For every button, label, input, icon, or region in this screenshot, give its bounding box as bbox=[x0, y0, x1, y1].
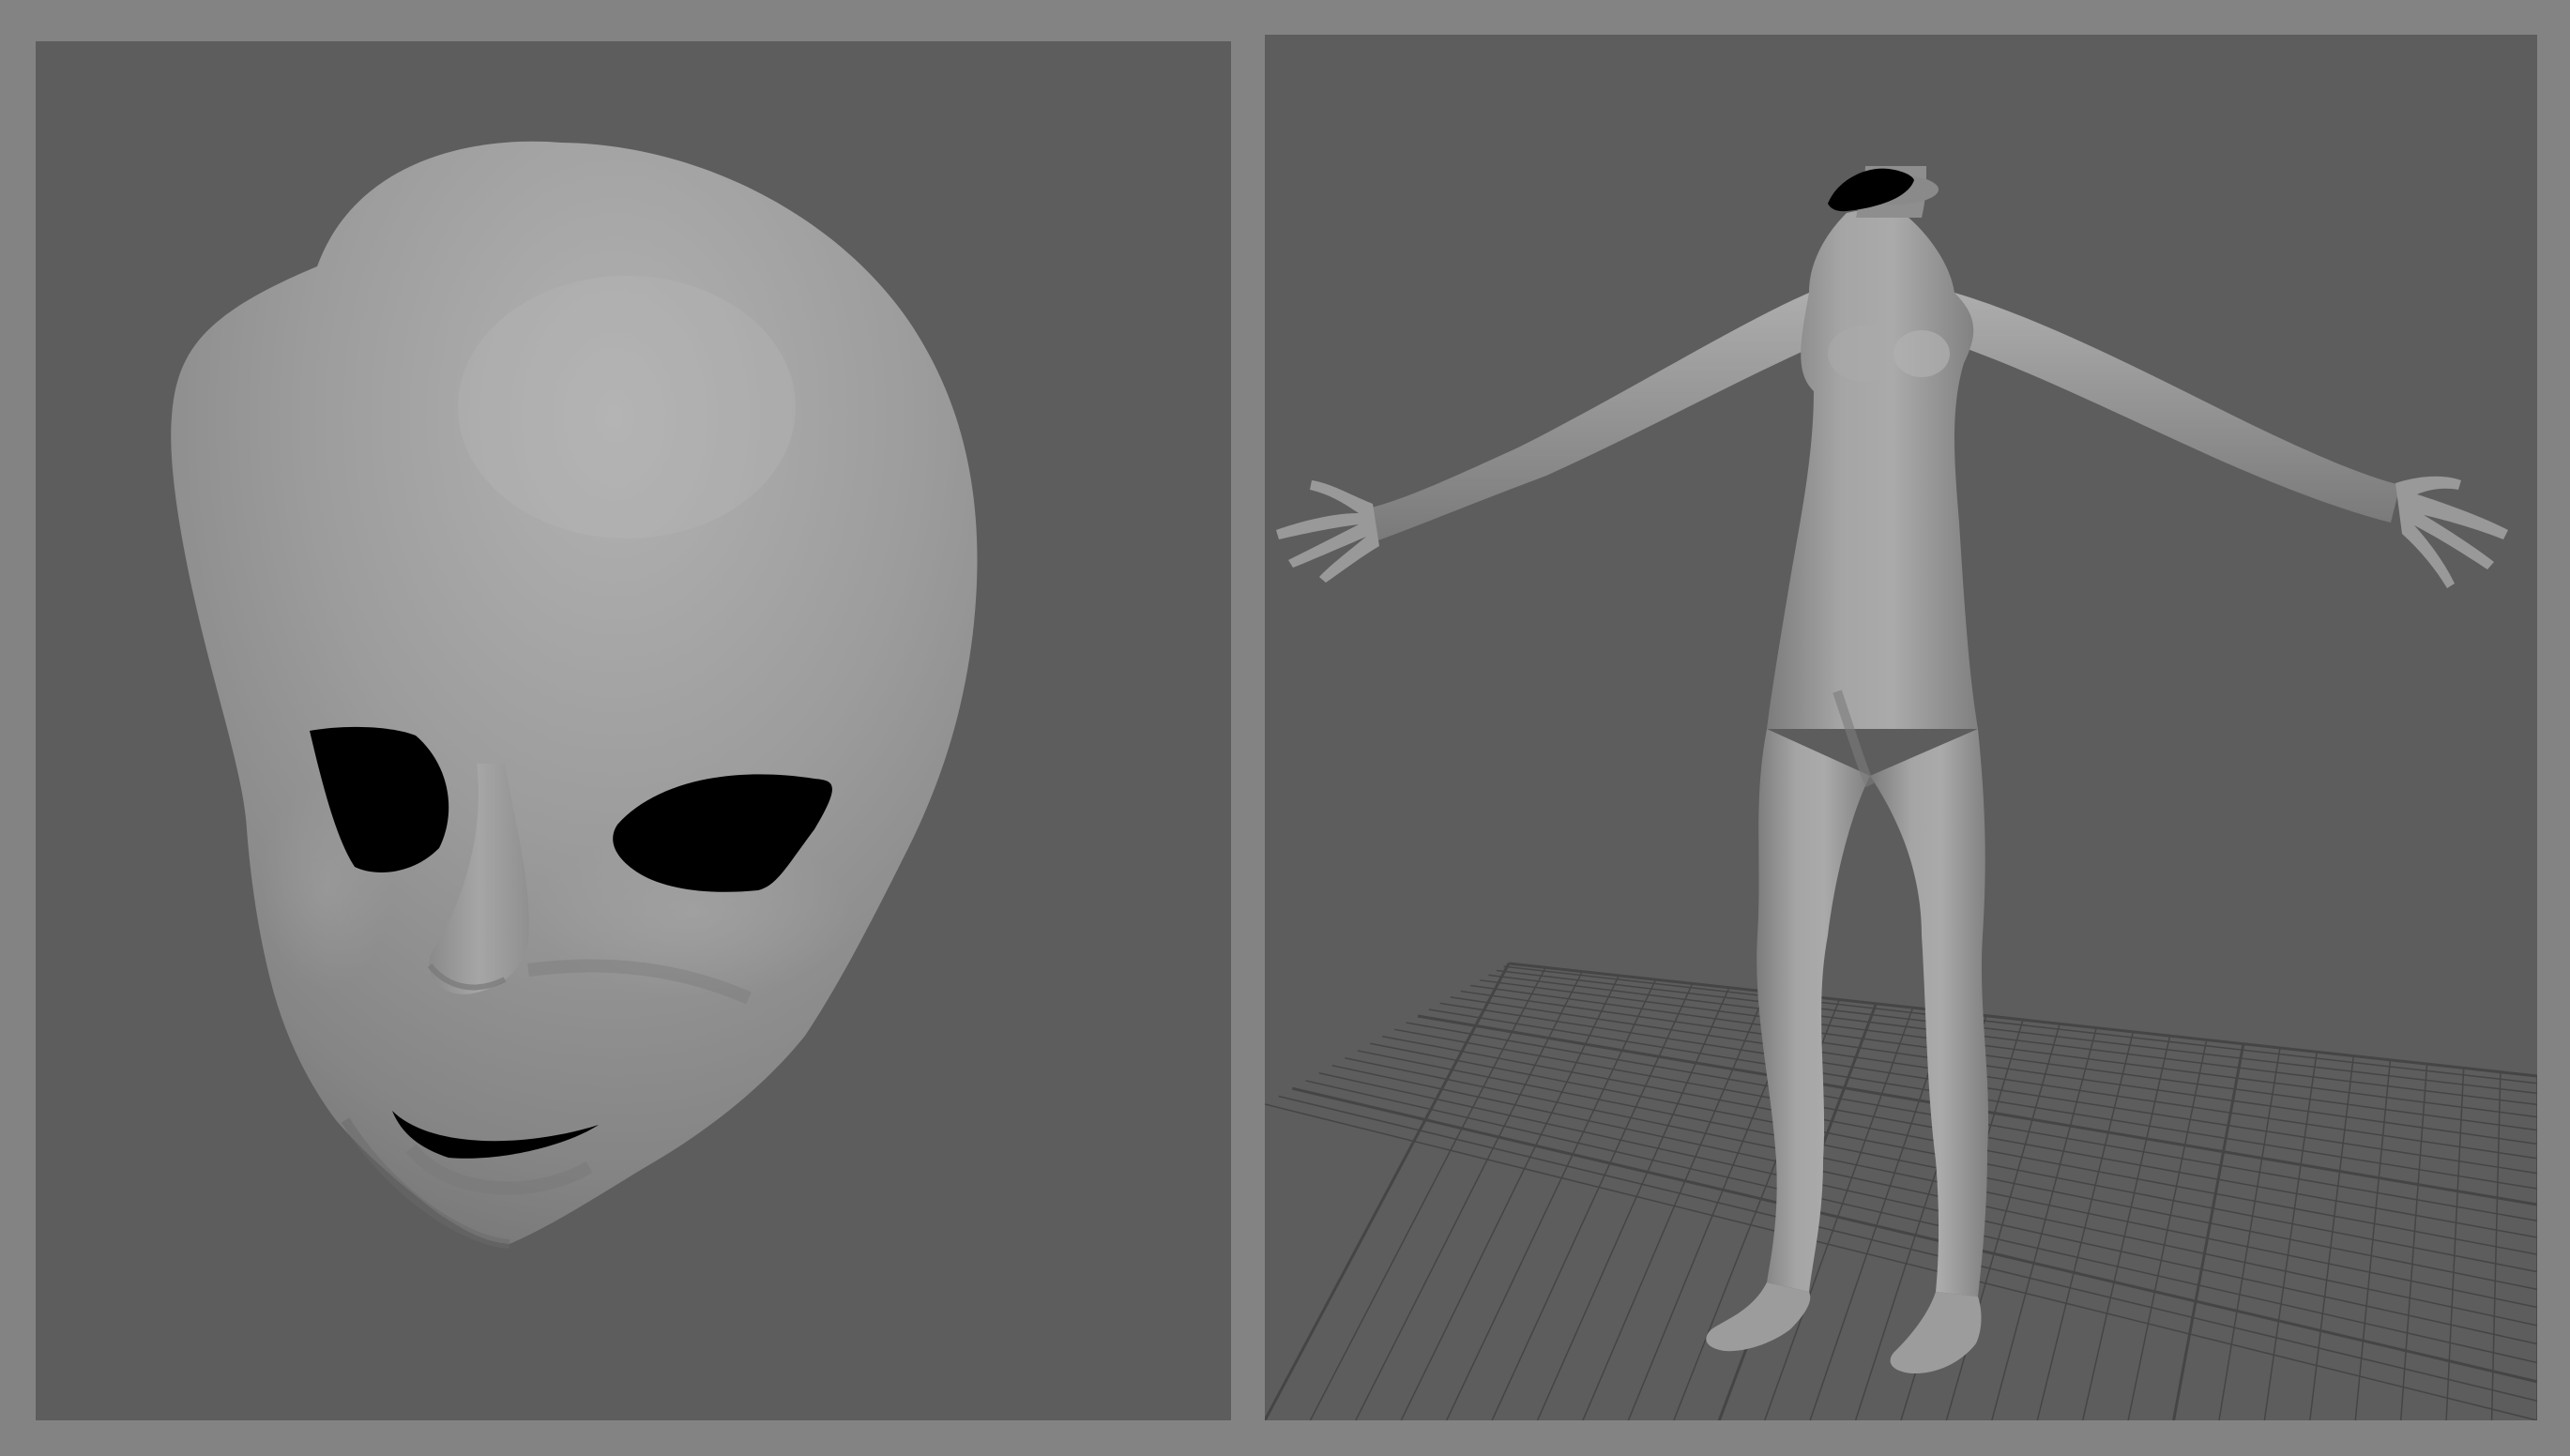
body-sculpt-scene[interactable] bbox=[1265, 35, 2537, 1420]
body-mesh bbox=[1276, 166, 2508, 1374]
viewport-right[interactable] bbox=[1265, 35, 2537, 1420]
modeling-application-window: { "app": { "background_color": "#838383"… bbox=[0, 0, 2570, 1456]
viewport-left[interactable] bbox=[36, 41, 1231, 1420]
head-sculpt-mesh[interactable] bbox=[36, 41, 1231, 1420]
